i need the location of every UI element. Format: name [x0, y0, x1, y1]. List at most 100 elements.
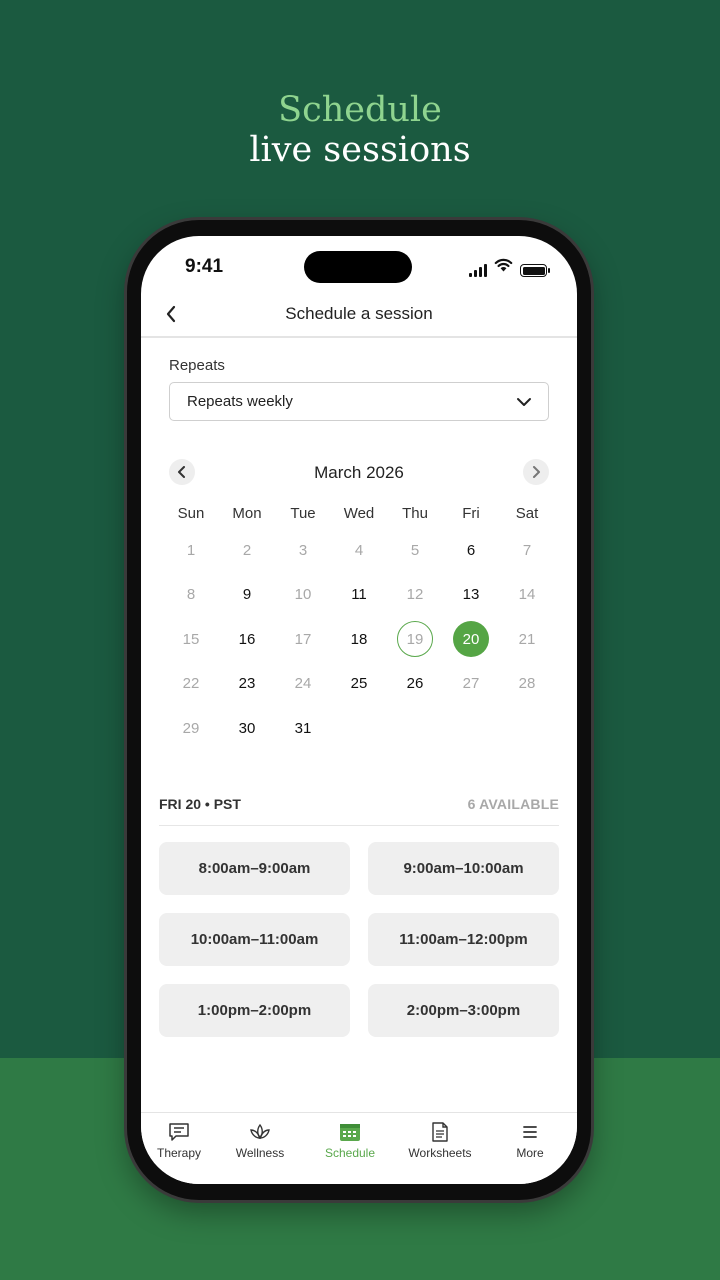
time-slots-header: FRI 20 • PST 6 AVAILABLE — [159, 796, 559, 826]
calendar-day: 27 — [462, 675, 480, 693]
promo-line-1: Schedule — [278, 90, 442, 130]
repeats-dropdown[interactable]: Repeats weekly — [169, 382, 549, 421]
calendar-day: 5 — [410, 541, 420, 559]
tab-more[interactable]: More — [485, 1121, 575, 1160]
calendar-day-cell: 29 — [163, 706, 219, 751]
calendar-day: 21 — [518, 630, 536, 648]
battery-icon — [520, 264, 550, 277]
calendar-day[interactable]: 31 — [285, 710, 321, 746]
calendar-day-cell: 31 — [275, 706, 331, 751]
calendar-day-cell: 19 — [387, 617, 443, 662]
calendar-day-cell: 12 — [387, 573, 443, 618]
calendar-day[interactable]: 26 — [397, 666, 433, 702]
calendar-day-cell: 15 — [163, 617, 219, 662]
calendar-day: 28 — [518, 675, 536, 693]
weekday-label: Fri — [462, 504, 480, 522]
tab-wellness[interactable]: Wellness — [215, 1121, 305, 1160]
tab-therapy[interactable]: Therapy — [141, 1121, 224, 1160]
repeats-selected-value: Repeats weekly — [187, 393, 293, 410]
calendar-day-cell: 14 — [499, 573, 555, 618]
calendar-day-cell: 28 — [499, 662, 555, 707]
weekday-label: Tue — [290, 504, 316, 522]
calendar-day-cell: 20 — [443, 617, 499, 662]
calendar-day-cell: 24 — [275, 662, 331, 707]
calendar-day-cell: 25 — [331, 662, 387, 707]
tab-worksheets[interactable]: Worksheets — [395, 1121, 485, 1160]
calendar-day[interactable]: 30 — [229, 710, 265, 746]
calendar-grid: Sun Mon Tue Wed Thu Fri Sat 1 2 3 4 5 6 7 8 9 10 1… — [163, 498, 555, 751]
top-nav-bar: Schedule a session — [141, 296, 577, 338]
calendar-day-cell: 22 — [163, 662, 219, 707]
calendar-day[interactable]: 13 — [453, 577, 489, 613]
chevron-down-icon — [516, 394, 532, 415]
calendar-day-cell: 23 — [219, 662, 275, 707]
status-time: 9:41 — [185, 256, 224, 277]
selected-date-label: FRI 20 • PST — [159, 796, 241, 812]
wifi-icon — [494, 258, 513, 277]
page-title: Schedule a session — [285, 304, 433, 323]
calendar-day-today: 19 — [397, 621, 433, 658]
calendar-day-cell: 1 — [163, 528, 219, 573]
lotus-icon — [215, 1121, 305, 1143]
calendar-day[interactable]: 16 — [229, 621, 265, 657]
chevron-right-icon — [533, 466, 540, 478]
calendar-icon — [305, 1121, 395, 1143]
calendar-day[interactable]: 9 — [229, 577, 265, 613]
weekday-label: Wed — [343, 504, 375, 522]
calendar-day: 3 — [298, 541, 308, 559]
promo-heading: Schedule live sessions — [0, 90, 720, 170]
tab-label: Worksheets — [408, 1146, 472, 1160]
time-slot-list: 8:00am–9:00am 9:00am–10:00am 10:00am–11:… — [159, 842, 559, 1037]
document-icon — [395, 1121, 485, 1143]
calendar-day: 12 — [406, 586, 424, 604]
weekday-label: Sat — [515, 504, 539, 522]
calendar-day[interactable]: 6 — [453, 532, 489, 568]
calendar-day: 22 — [182, 675, 200, 693]
available-count: 6 AVAILABLE — [467, 796, 559, 812]
calendar-day-selected[interactable]: 20 — [453, 621, 489, 658]
calendar-day: 17 — [294, 630, 312, 648]
tab-label: Schedule — [324, 1146, 376, 1160]
weekday-label: Mon — [232, 504, 262, 522]
calendar-day: 1 — [186, 541, 196, 559]
calendar-day: 10 — [294, 586, 312, 604]
cellular-signal-icon — [469, 263, 487, 277]
calendar-day-cell: 5 — [387, 528, 443, 573]
status-icons — [469, 258, 550, 277]
tab-label: More — [516, 1146, 544, 1160]
calendar-day: 14 — [518, 586, 536, 604]
phone-frame: 9:41 Schedule a session Repeats Repeats … — [127, 220, 591, 1200]
calendar-day[interactable]: 18 — [341, 621, 377, 657]
calendar-day-cell: 9 — [219, 573, 275, 618]
calendar-day[interactable]: 11 — [341, 577, 377, 613]
calendar-day-cell: 10 — [275, 573, 331, 618]
promo-line-2: live sessions — [249, 130, 471, 170]
calendar-day-cell: 26 — [387, 662, 443, 707]
time-slot-button[interactable]: 10:00am–11:00am — [159, 913, 350, 966]
chat-bubble-icon — [141, 1121, 224, 1143]
calendar-day: 24 — [294, 675, 312, 693]
calendar-day-cell: 17 — [275, 617, 331, 662]
calendar-day-cell: 16 — [219, 617, 275, 662]
calendar-month-label: March 2026 — [314, 463, 404, 482]
calendar-day: 4 — [354, 541, 364, 559]
time-slot-button[interactable]: 11:00am–12:00pm — [368, 913, 559, 966]
calendar-day[interactable]: 23 — [229, 666, 265, 702]
calendar-day: 2 — [242, 541, 252, 559]
weekday-label: Thu — [402, 504, 428, 522]
time-slot-button[interactable]: 8:00am–9:00am — [159, 842, 350, 895]
calendar-day-cell: 30 — [219, 706, 275, 751]
tab-schedule[interactable]: Schedule — [305, 1121, 395, 1160]
tab-label: Therapy — [156, 1146, 202, 1160]
calendar-day: 15 — [182, 630, 200, 648]
next-month-button[interactable] — [523, 459, 549, 485]
phone-screen: 9:41 Schedule a session Repeats Repeats … — [141, 236, 577, 1184]
calendar-day-cell: 21 — [499, 617, 555, 662]
calendar-day: 29 — [182, 719, 200, 737]
calendar-day-cell: 4 — [331, 528, 387, 573]
time-slot-button[interactable]: 2:00pm–3:00pm — [368, 984, 559, 1037]
time-slot-button[interactable]: 9:00am–10:00am — [368, 842, 559, 895]
time-slot-button[interactable]: 1:00pm–2:00pm — [159, 984, 350, 1037]
calendar-day[interactable]: 25 — [341, 666, 377, 702]
calendar-day-cell: 2 — [219, 528, 275, 573]
